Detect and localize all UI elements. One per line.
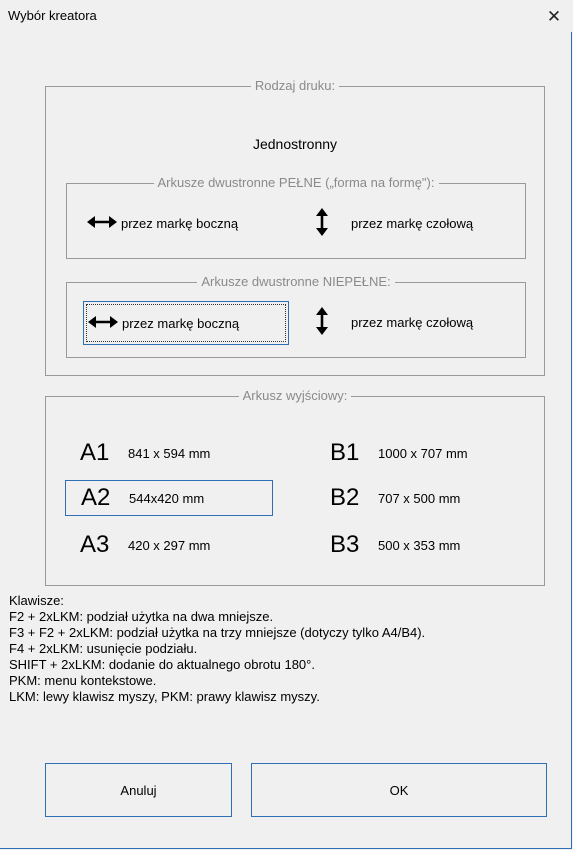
cancel-button[interactable]: Anuluj: [45, 763, 232, 817]
print-type-legend: Rodzaj druku:: [250, 78, 340, 93]
help-line: F3 + F2 + 2xLKM: podział użytka na trzy …: [9, 625, 426, 640]
help-line: F4 + 2xLKM: usunięcie podziału.: [9, 641, 198, 656]
size-dimensions: 500 x 353 mm: [378, 537, 461, 553]
up-down-arrow-icon: [303, 306, 341, 338]
up-down-arrow-icon: [303, 207, 341, 239]
close-icon[interactable]: ✕: [540, 6, 568, 28]
partial-duplex-legend: Arkusze dwustronne NIEPEŁNE:: [197, 274, 395, 289]
size-option-b3[interactable]: B3 500 x 353 mm: [324, 527, 524, 563]
size-dimensions: 544x420 mm: [129, 490, 205, 506]
print-type-group: Rodzaj druku: Jednostronny Arkusze dwust…: [45, 78, 545, 376]
full-side-mark-label: przez markę boczną: [121, 215, 239, 231]
output-sheet-group: Arkusz wyjściowy: A1 841 x 594 mm B1 100…: [45, 388, 545, 586]
dialog-window: Wybór kreatora ✕ Rodzaj druku: Jednostro…: [0, 0, 572, 849]
size-option-b2[interactable]: B2 707 x 500 mm: [324, 480, 524, 516]
window-title: Wybór kreatora: [8, 8, 97, 23]
size-option-a2[interactable]: A2 544x420 mm: [65, 480, 273, 516]
size-name: B3: [330, 531, 360, 558]
title-bar: Wybór kreatora ✕: [0, 0, 572, 32]
size-option-a3[interactable]: A3 420 x 297 mm: [66, 527, 266, 563]
partial-head-mark-option[interactable]: przez markę czołową: [303, 305, 517, 339]
size-name: A2: [81, 484, 111, 511]
full-head-mark-label: przez markę czołową: [351, 215, 474, 231]
partial-side-mark-option[interactable]: przez markę boczną: [83, 301, 289, 345]
full-side-mark-option[interactable]: przez markę boczną: [83, 206, 283, 240]
help-line: PKM: menu kontekstowe.: [9, 673, 157, 688]
size-option-b1[interactable]: B1 1000 x 707 mm: [324, 435, 524, 471]
size-name: B2: [330, 484, 360, 511]
left-right-arrow-icon: [83, 215, 121, 232]
single-sided-option[interactable]: Jednostronny: [46, 136, 544, 152]
partial-head-mark-label: przez markę czołową: [351, 314, 474, 330]
size-name: B1: [330, 439, 360, 466]
help-line: Klawisze:: [9, 593, 64, 608]
help-line: SHIFT + 2xLKM: dodanie do aktualnego obr…: [9, 657, 315, 672]
size-name: A1: [80, 439, 110, 466]
size-name: A3: [80, 531, 110, 558]
size-option-a1[interactable]: A1 841 x 594 mm: [66, 435, 266, 471]
size-dimensions: 841 x 594 mm: [128, 445, 211, 461]
full-head-mark-option[interactable]: przez markę czołową: [303, 206, 517, 240]
output-sheet-legend: Arkusz wyjściowy:: [238, 388, 352, 403]
partial-duplex-group: Arkusze dwustronne NIEPEŁNE: przez markę…: [66, 274, 526, 358]
full-duplex-group: Arkusze dwustronne PEŁNE („forma na form…: [66, 175, 526, 259]
size-dimensions: 420 x 297 mm: [128, 537, 211, 553]
size-dimensions: 707 x 500 mm: [378, 490, 461, 506]
help-line: F2 + 2xLKM: podział użytka na dwa mniejs…: [9, 609, 274, 624]
keyboard-help: Klawisze: F2 + 2xLKM: podział użytka na …: [9, 593, 425, 705]
size-dimensions: 1000 x 707 mm: [378, 445, 468, 461]
ok-button[interactable]: OK: [251, 763, 547, 817]
help-line: LKM: lewy klawisz myszy, PKM: prawy klaw…: [9, 689, 320, 704]
full-duplex-legend: Arkusze dwustronne PEŁNE („forma na form…: [153, 175, 439, 190]
focus-rectangle: [86, 304, 286, 342]
